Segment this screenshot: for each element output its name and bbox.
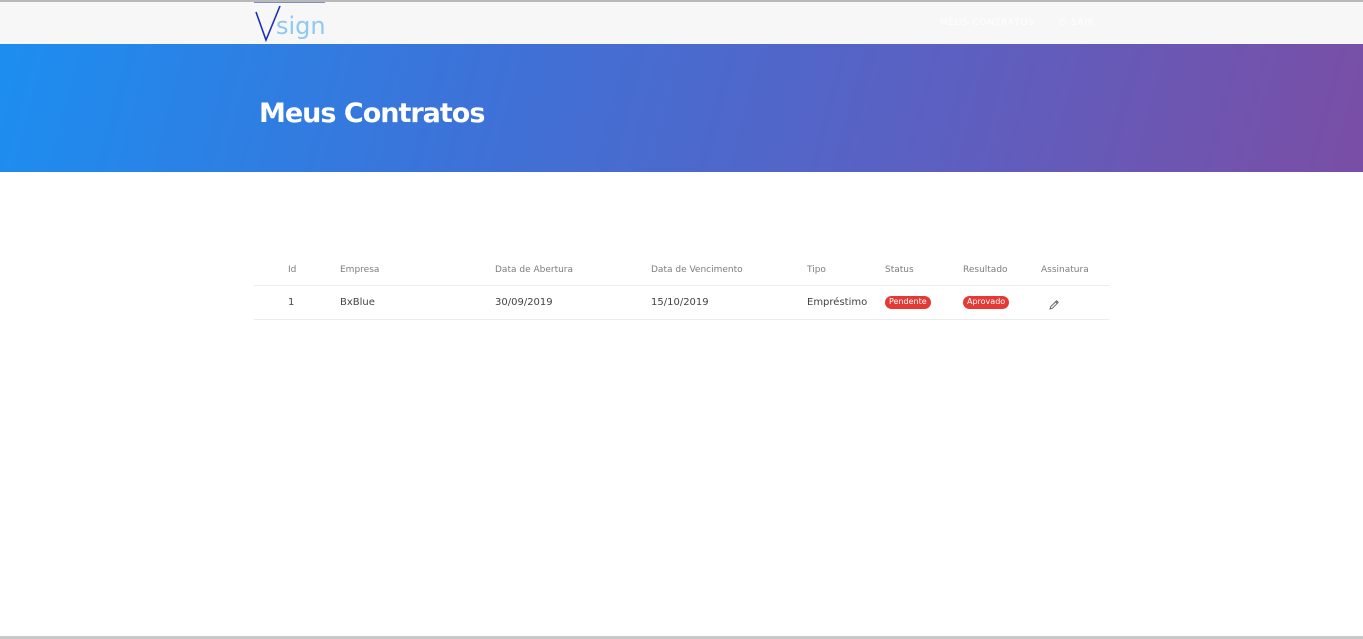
col-header-tipo: Tipo [807,256,885,286]
nav-meus-contratos-label: MEUS CONTRATOS [939,18,1035,28]
contracts-table-container: Id Empresa Data de Abertura Data de Venc… [254,256,1109,320]
col-header-data-vencimento: Data de Vencimento [651,256,807,286]
page-header-banner: Meus Contratos [0,44,1363,172]
nav-sair-label: SAIR [1070,18,1095,28]
logo-wordmark: sign [276,12,326,40]
col-header-resultado: Resultado [963,256,1041,286]
table-header-row: Id Empresa Data de Abertura Data de Venc… [254,256,1109,286]
table-header: Id Empresa Data de Abertura Data de Venc… [254,256,1109,286]
status-badge: Pendente [885,295,931,309]
cell-data-vencimento: 15/10/2019 [651,285,807,320]
cell-assinatura [1041,285,1109,320]
result-badge: Aprovado [963,295,1010,309]
page-title: Meus Contratos [259,98,485,129]
col-header-status: Status [885,256,963,286]
cell-id: 1 [254,285,340,320]
pencil-icon[interactable] [1048,299,1060,314]
vsign-logo-graphic: sign [254,2,326,46]
power-icon: ⏻ [1058,18,1067,28]
cell-tipo: Empréstimo [807,285,885,320]
vsign-logo[interactable]: sign [254,2,326,46]
col-header-data-abertura: Data de Abertura [495,256,651,286]
col-header-id: Id [254,256,340,286]
contracts-table: Id Empresa Data de Abertura Data de Venc… [254,256,1109,320]
nav-links: MEUS CONTRATOS ⏻ SAIR [940,18,1095,28]
cell-resultado: Aprovado [963,285,1041,320]
cell-empresa: BxBlue [340,285,495,320]
nav-sair[interactable]: ⏻ SAIR [1059,18,1095,28]
pencil-icon-graphic [1049,299,1059,310]
cell-data-abertura: 30/09/2019 [495,285,651,320]
col-header-assinatura: Assinatura [1041,256,1109,286]
table-row: 1 BxBlue 30/09/2019 15/10/2019 Empréstim… [254,285,1109,320]
nav-meus-contratos[interactable]: MEUS CONTRATOS [940,18,1035,28]
cell-status: Pendente [885,285,963,320]
table-body: 1 BxBlue 30/09/2019 15/10/2019 Empréstim… [254,285,1109,320]
top-navbar: sign MEUS CONTRATOS ⏻ SAIR [0,2,1363,46]
col-header-empresa: Empresa [340,256,495,286]
